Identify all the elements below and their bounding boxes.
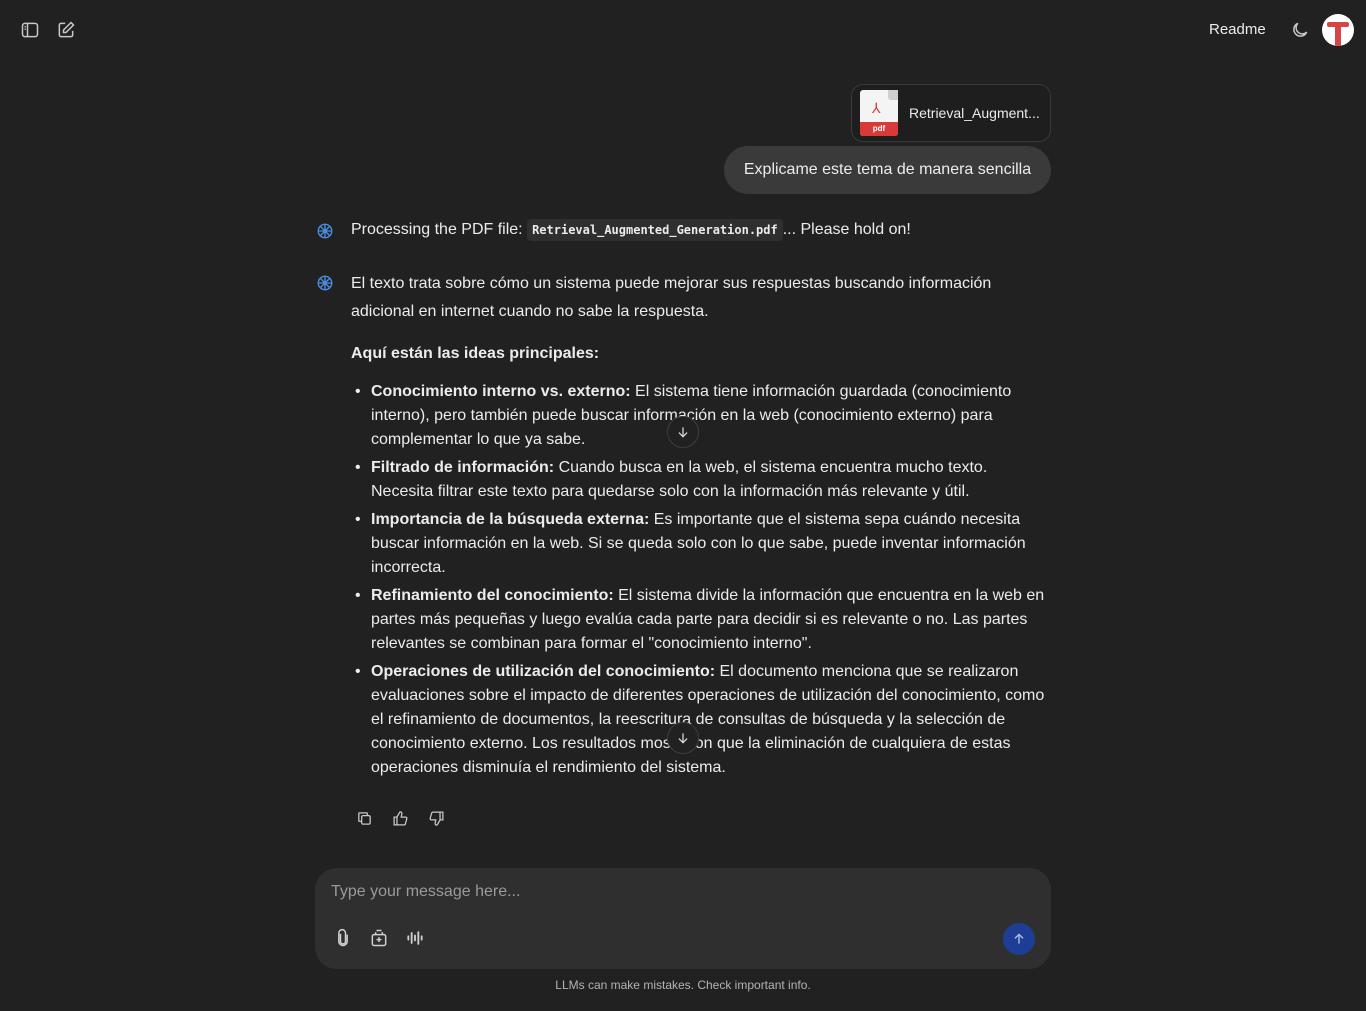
arrow-up-icon [1014, 933, 1024, 944]
processing-message: Processing the PDF file: Retrieval_Augme… [351, 219, 911, 241]
voice-wave-icon [407, 931, 423, 945]
point-title: Conocimiento interno vs. externo: [371, 383, 631, 400]
thumbs-down-button[interactable] [424, 806, 448, 830]
message-input[interactable] [331, 880, 1011, 904]
thumbs-up-button[interactable] [388, 806, 412, 830]
sidebar-toggle-button[interactable] [16, 16, 44, 44]
arrow-down-icon [678, 427, 688, 438]
point-title: Operaciones de utilización del conocimie… [371, 663, 716, 680]
copy-icon [357, 811, 371, 825]
answer-intro: El texto trata sobre cómo un sistema pue… [351, 275, 992, 320]
brain-icon [317, 223, 333, 239]
message-composer [315, 868, 1051, 969]
copy-button[interactable] [352, 806, 376, 830]
point-title: Filtrado de información: [371, 459, 555, 476]
new-chat-icon [58, 21, 75, 38]
avatar-letter-stem [1335, 22, 1341, 46]
user-message-text: Explicame este tema de manera sencilla [743, 161, 1032, 178]
assistant-avatar [316, 222, 334, 240]
tools-icon [371, 929, 387, 947]
arrow-down-icon [678, 733, 688, 744]
message-actions [352, 806, 448, 830]
answer-points-list: Conocimiento interno vs. externo: El sis… [351, 380, 1051, 780]
brain-icon [317, 275, 333, 291]
processing-suffix: ... Please hold on! [782, 221, 911, 238]
new-chat-button[interactable] [52, 16, 80, 44]
list-item: Refinamiento del conocimiento: El sistem… [351, 584, 1051, 656]
attachment-card[interactable]: ⅄ pdf Retrieval_Augment... [851, 84, 1051, 142]
paperclip-icon [338, 929, 348, 947]
scroll-to-bottom-button[interactable] [667, 416, 699, 448]
list-item: Operaciones de utilización del conocimie… [351, 660, 1051, 780]
send-button[interactable] [1003, 923, 1035, 955]
pdf-type-label: pdf [860, 122, 898, 136]
list-item: Importancia de la búsqueda externa: Es i… [351, 508, 1051, 580]
thumbs-up-icon [392, 810, 408, 826]
pdf-fold [888, 90, 898, 100]
point-title: Importancia de la búsqueda externa: [371, 511, 650, 528]
theme-toggle-button[interactable] [1286, 16, 1314, 44]
pdf-acrobat-mark: ⅄ [872, 100, 881, 116]
processing-prefix: Processing the PDF file: [351, 221, 528, 238]
list-item: Filtrado de información: Cuando busca en… [351, 456, 1051, 504]
assistant-avatar [316, 274, 334, 292]
readme-link[interactable]: Readme [1209, 21, 1266, 38]
tools-button[interactable] [367, 926, 391, 950]
attachment-file-name: Retrieval_Augment... [909, 105, 1040, 121]
processing-file-code: Retrieval_Augmented_Generation.pdf [527, 219, 783, 241]
disclaimer-note: LLMs can make mistakes. Check important … [555, 978, 811, 992]
moon-icon [1293, 22, 1308, 37]
point-title: Refinamiento del conocimiento: [371, 587, 614, 604]
user-message-bubble: Explicame este tema de manera sencilla [724, 146, 1051, 194]
assistant-answer: El texto trata sobre cómo un sistema pue… [351, 270, 1051, 784]
thumbs-down-icon [428, 810, 444, 826]
list-item: Conocimiento interno vs. externo: El sis… [351, 380, 1051, 452]
voice-input-button[interactable] [403, 926, 427, 950]
scroll-to-bottom-button[interactable] [667, 722, 699, 754]
pdf-icon: ⅄ pdf [860, 90, 898, 136]
sidebar-toggle-icon [21, 22, 39, 38]
answer-heading: Aquí están las ideas principales: [351, 345, 600, 362]
user-avatar[interactable] [1322, 14, 1354, 46]
attach-file-button[interactable] [331, 926, 355, 950]
